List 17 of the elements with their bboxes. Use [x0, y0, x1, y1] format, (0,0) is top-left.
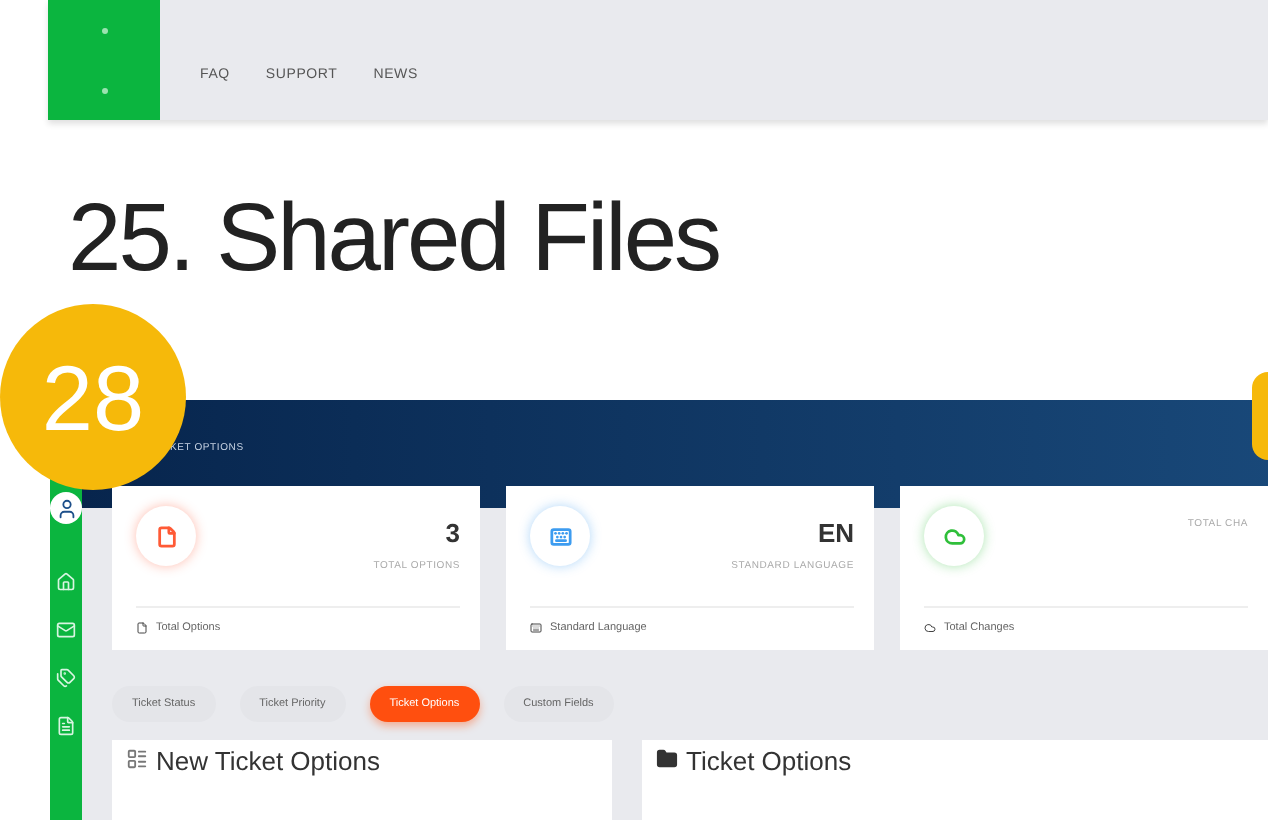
list-icon: [126, 748, 148, 770]
avatar-icon[interactable]: [50, 492, 82, 524]
panel-title: New Ticket Options: [156, 748, 380, 774]
cloud-icon: [924, 622, 936, 634]
stat-value: 3: [445, 518, 460, 548]
file-icon: [136, 622, 148, 634]
sidebar-icon[interactable]: [101, 27, 107, 33]
section-heading: 25. Shared Files: [68, 192, 722, 288]
sidebar-icon[interactable]: [101, 87, 107, 93]
panel-title: Ticket Options: [686, 748, 852, 774]
mail-icon[interactable]: [56, 620, 76, 640]
tags-icon[interactable]: [56, 668, 76, 688]
stat-value: EN: [817, 518, 854, 548]
folder-icon: [656, 748, 678, 770]
document-icon[interactable]: [56, 716, 76, 736]
keyboard-icon: [530, 622, 542, 634]
home-icon[interactable]: [56, 572, 76, 592]
